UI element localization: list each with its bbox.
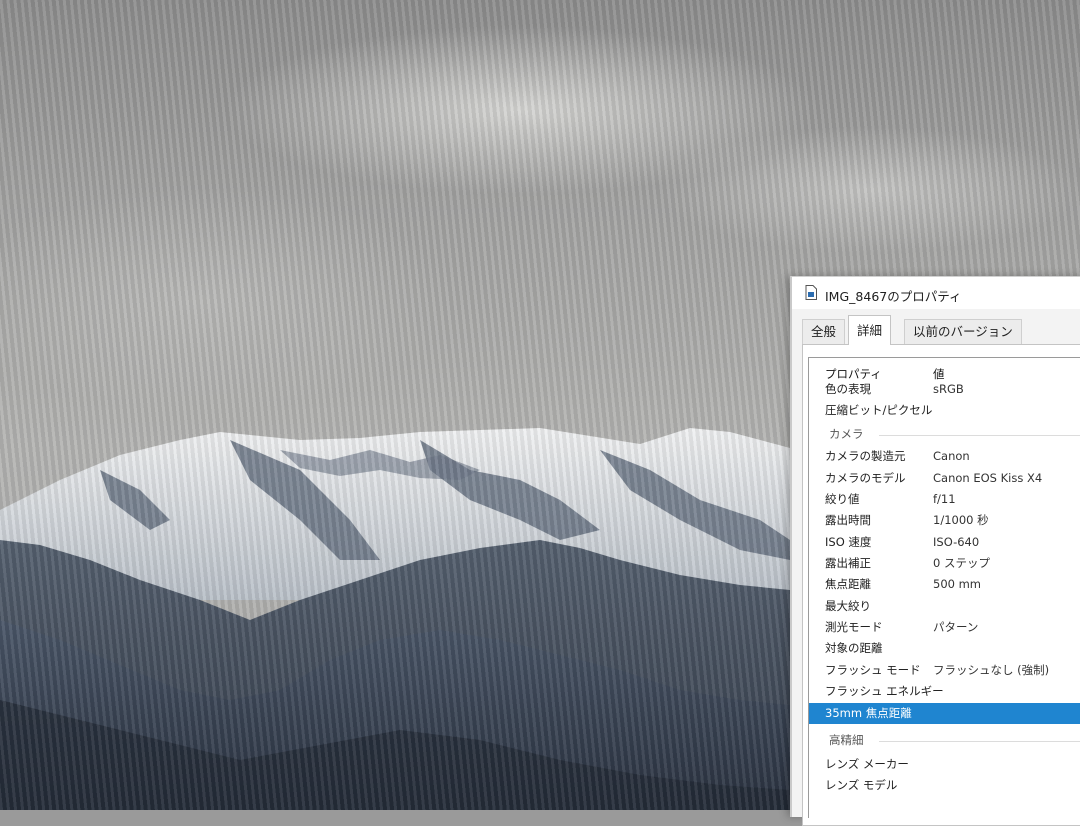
tab-bar: 全般 詳細 以前のバージョン [792, 315, 1080, 345]
property-value: ISO-640 [933, 535, 980, 549]
property-name: 最大絞り [825, 599, 871, 613]
property-name: レンズ メーカー [825, 757, 909, 771]
list-item[interactable]: 測光モード パターン [809, 617, 1080, 638]
group-label: 高精細 [829, 733, 864, 747]
property-name: 焦点距離 [825, 577, 871, 591]
list-item[interactable]: 露出補正 0 ステップ [809, 553, 1080, 574]
dialog-titlebar: IMG_8467のプロパティ [792, 277, 1080, 309]
property-name: 対象の距離 [825, 641, 883, 655]
list-item[interactable]: 色の表現 sRGB [809, 379, 1080, 400]
list-item[interactable]: カメラのモデル Canon EOS Kiss X4 [809, 468, 1080, 489]
property-name: フラッシュ エネルギー [825, 684, 944, 698]
tab-previous-versions[interactable]: 以前のバージョン [904, 319, 1022, 344]
list-item[interactable]: 焦点距離 500 mm [809, 574, 1080, 595]
list-item[interactable]: フラッシュ エネルギー [809, 681, 1080, 702]
tab-general[interactable]: 全般 [802, 319, 846, 344]
list-item[interactable]: レンズ メーカー [809, 754, 1080, 775]
property-name: カメラの製造元 [825, 449, 906, 463]
property-value: フラッシュなし (強制) [933, 663, 1050, 677]
property-value: 1/1000 秒 [933, 513, 989, 527]
property-name: 露出時間 [825, 513, 871, 527]
property-name: フラッシュ モード [825, 663, 921, 677]
group-label: カメラ [829, 427, 864, 441]
list-item[interactable]: 絞り値 f/11 [809, 489, 1080, 510]
property-value: 0 ステップ [933, 556, 990, 570]
tab-details[interactable]: 詳細 [848, 315, 892, 345]
property-value: Canon EOS Kiss X4 [933, 471, 1043, 485]
dialog-title: IMG_8467のプロパティ [825, 289, 962, 304]
property-value: Canon [933, 449, 970, 463]
group-header-camera: カメラ [809, 424, 1080, 445]
list-item[interactable]: 露出時間 1/1000 秒 [809, 510, 1080, 531]
properties-dialog: IMG_8467のプロパティ 全般 詳細 以前のバージョン プロパティ 値 色の… [790, 276, 1080, 826]
property-name: 35mm 焦点距離 [825, 706, 912, 720]
property-name: 色の表現 [825, 382, 871, 396]
property-name: 測光モード [825, 620, 883, 634]
property-name: 露出補正 [825, 556, 871, 570]
property-name: 絞り値 [825, 492, 860, 506]
list-item[interactable]: ISO 速度 ISO-640 [809, 532, 1080, 553]
list-item[interactable]: カメラの製造元 Canon [809, 446, 1080, 467]
property-name: カメラのモデル [825, 471, 906, 485]
property-name: ISO 速度 [825, 535, 872, 549]
group-header-advanced: 高精細 [809, 730, 1080, 751]
list-item[interactable]: フラッシュ モード フラッシュなし (強制) [809, 660, 1080, 681]
list-item[interactable]: 対象の距離 [809, 638, 1080, 659]
property-value: f/11 [933, 492, 956, 506]
property-name: レンズ モデル [825, 778, 898, 792]
list-item[interactable]: 圧縮ビット/ピクセル [809, 400, 1080, 421]
property-value: 500 mm [933, 577, 982, 591]
list-item-selected[interactable]: 35mm 焦点距離 [809, 703, 1080, 724]
list-item[interactable]: レンズ モデル [809, 775, 1080, 796]
property-value: sRGB [933, 382, 964, 396]
list-item[interactable]: 最大絞り [809, 596, 1080, 617]
property-list[interactable]: プロパティ 値 色の表現 sRGB 圧縮ビット/ピクセル カメラ カメラの製造元… [808, 357, 1080, 818]
property-value: パターン [933, 620, 979, 634]
image-file-icon [805, 285, 817, 300]
property-name: 圧縮ビット/ピクセル [825, 403, 933, 417]
